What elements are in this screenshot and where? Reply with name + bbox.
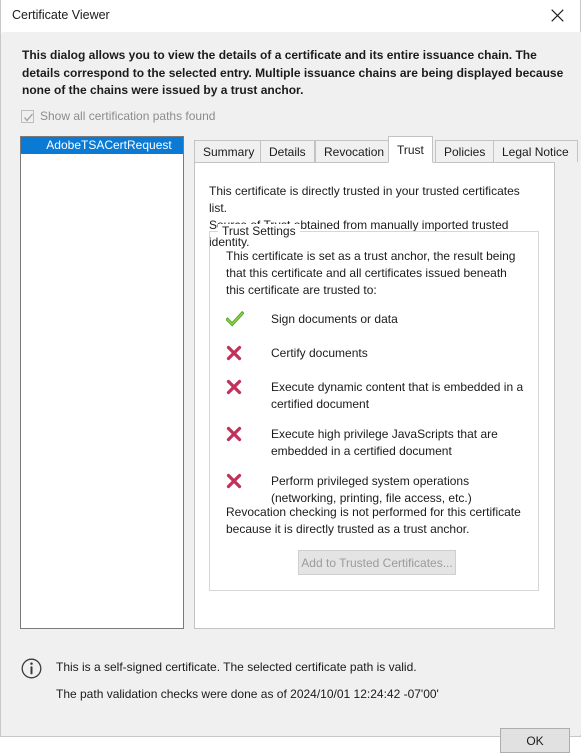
- permission-label: Execute dynamic content that is embedded…: [271, 380, 524, 411]
- show-all-paths-row[interactable]: Show all certification paths found: [21, 109, 215, 123]
- tab-details[interactable]: Details: [260, 140, 315, 162]
- check-icon: [226, 310, 248, 329]
- permission-label: Execute high privilege JavaScripts that …: [271, 427, 498, 458]
- info-icon: [21, 658, 42, 682]
- cross-icon: [226, 425, 248, 444]
- list-item[interactable]: AdobeTSACertRequest: [21, 137, 183, 154]
- permission-row: Sign documents or data: [226, 310, 536, 332]
- ok-button[interactable]: OK: [500, 728, 570, 753]
- add-to-trusted-certificates-button[interactable]: Add to Trusted Certificates...: [298, 550, 456, 575]
- certificate-tab-control: Summary Details Revocation Trust Policie…: [194, 136, 578, 629]
- permission-row: Certify documents: [226, 344, 536, 366]
- trust-settings-intro: This certificate is set as a trust ancho…: [226, 249, 516, 297]
- permission-row: Perform privileged system operations (ne…: [226, 472, 536, 507]
- permission-row: Execute dynamic content that is embedded…: [226, 378, 536, 413]
- permission-label: Certify documents: [271, 346, 368, 360]
- close-button[interactable]: [534, 0, 580, 31]
- window-title: Certificate Viewer: [12, 8, 110, 22]
- tab-panel-trust: This certificate is directly trusted in …: [194, 162, 555, 629]
- show-all-paths-checkbox[interactable]: [21, 109, 34, 123]
- permission-label: Sign documents or data: [271, 312, 398, 326]
- tab-policies[interactable]: Policies: [435, 140, 495, 162]
- permission-list: Sign documents or data Certify documents: [226, 310, 536, 519]
- validity-message: This is a self-signed certificate. The s…: [56, 660, 417, 674]
- permission-row: Execute high privilege JavaScripts that …: [226, 425, 536, 460]
- tab-trust[interactable]: Trust: [388, 136, 433, 163]
- cross-icon: [226, 378, 248, 397]
- cross-icon: [226, 472, 248, 491]
- tab-summary[interactable]: Summary: [194, 140, 264, 162]
- title-bar: Certificate Viewer: [1, 0, 580, 33]
- dialog-body: This dialog allows you to view the detai…: [2, 32, 581, 753]
- tab-strip: Summary Details Revocation Trust Policie…: [194, 136, 578, 163]
- tab-legal-notice[interactable]: Legal Notice: [493, 140, 578, 162]
- validation-timestamp: The path validation checks were done as …: [56, 687, 439, 701]
- tab-revocation[interactable]: Revocation: [315, 140, 394, 162]
- certification-path-list[interactable]: AdobeTSACertRequest: [20, 136, 184, 629]
- cross-icon: [226, 344, 248, 363]
- trust-settings-title: Trust Settings: [218, 224, 300, 238]
- certificate-viewer-window: Certificate Viewer This dialog allows yo…: [0, 0, 581, 753]
- trust-settings-group: Trust Settings This certificate is set a…: [209, 224, 539, 591]
- close-icon: [550, 9, 564, 22]
- show-all-paths-label: Show all certification paths found: [40, 109, 216, 123]
- permission-label: Perform privileged system operations (ne…: [271, 474, 472, 505]
- revocation-note: Revocation checking is not performed for…: [226, 505, 521, 536]
- intro-text: This dialog allows you to view the detai…: [22, 48, 564, 97]
- trust-summary-line-1: This certificate is directly trusted in …: [209, 184, 520, 215]
